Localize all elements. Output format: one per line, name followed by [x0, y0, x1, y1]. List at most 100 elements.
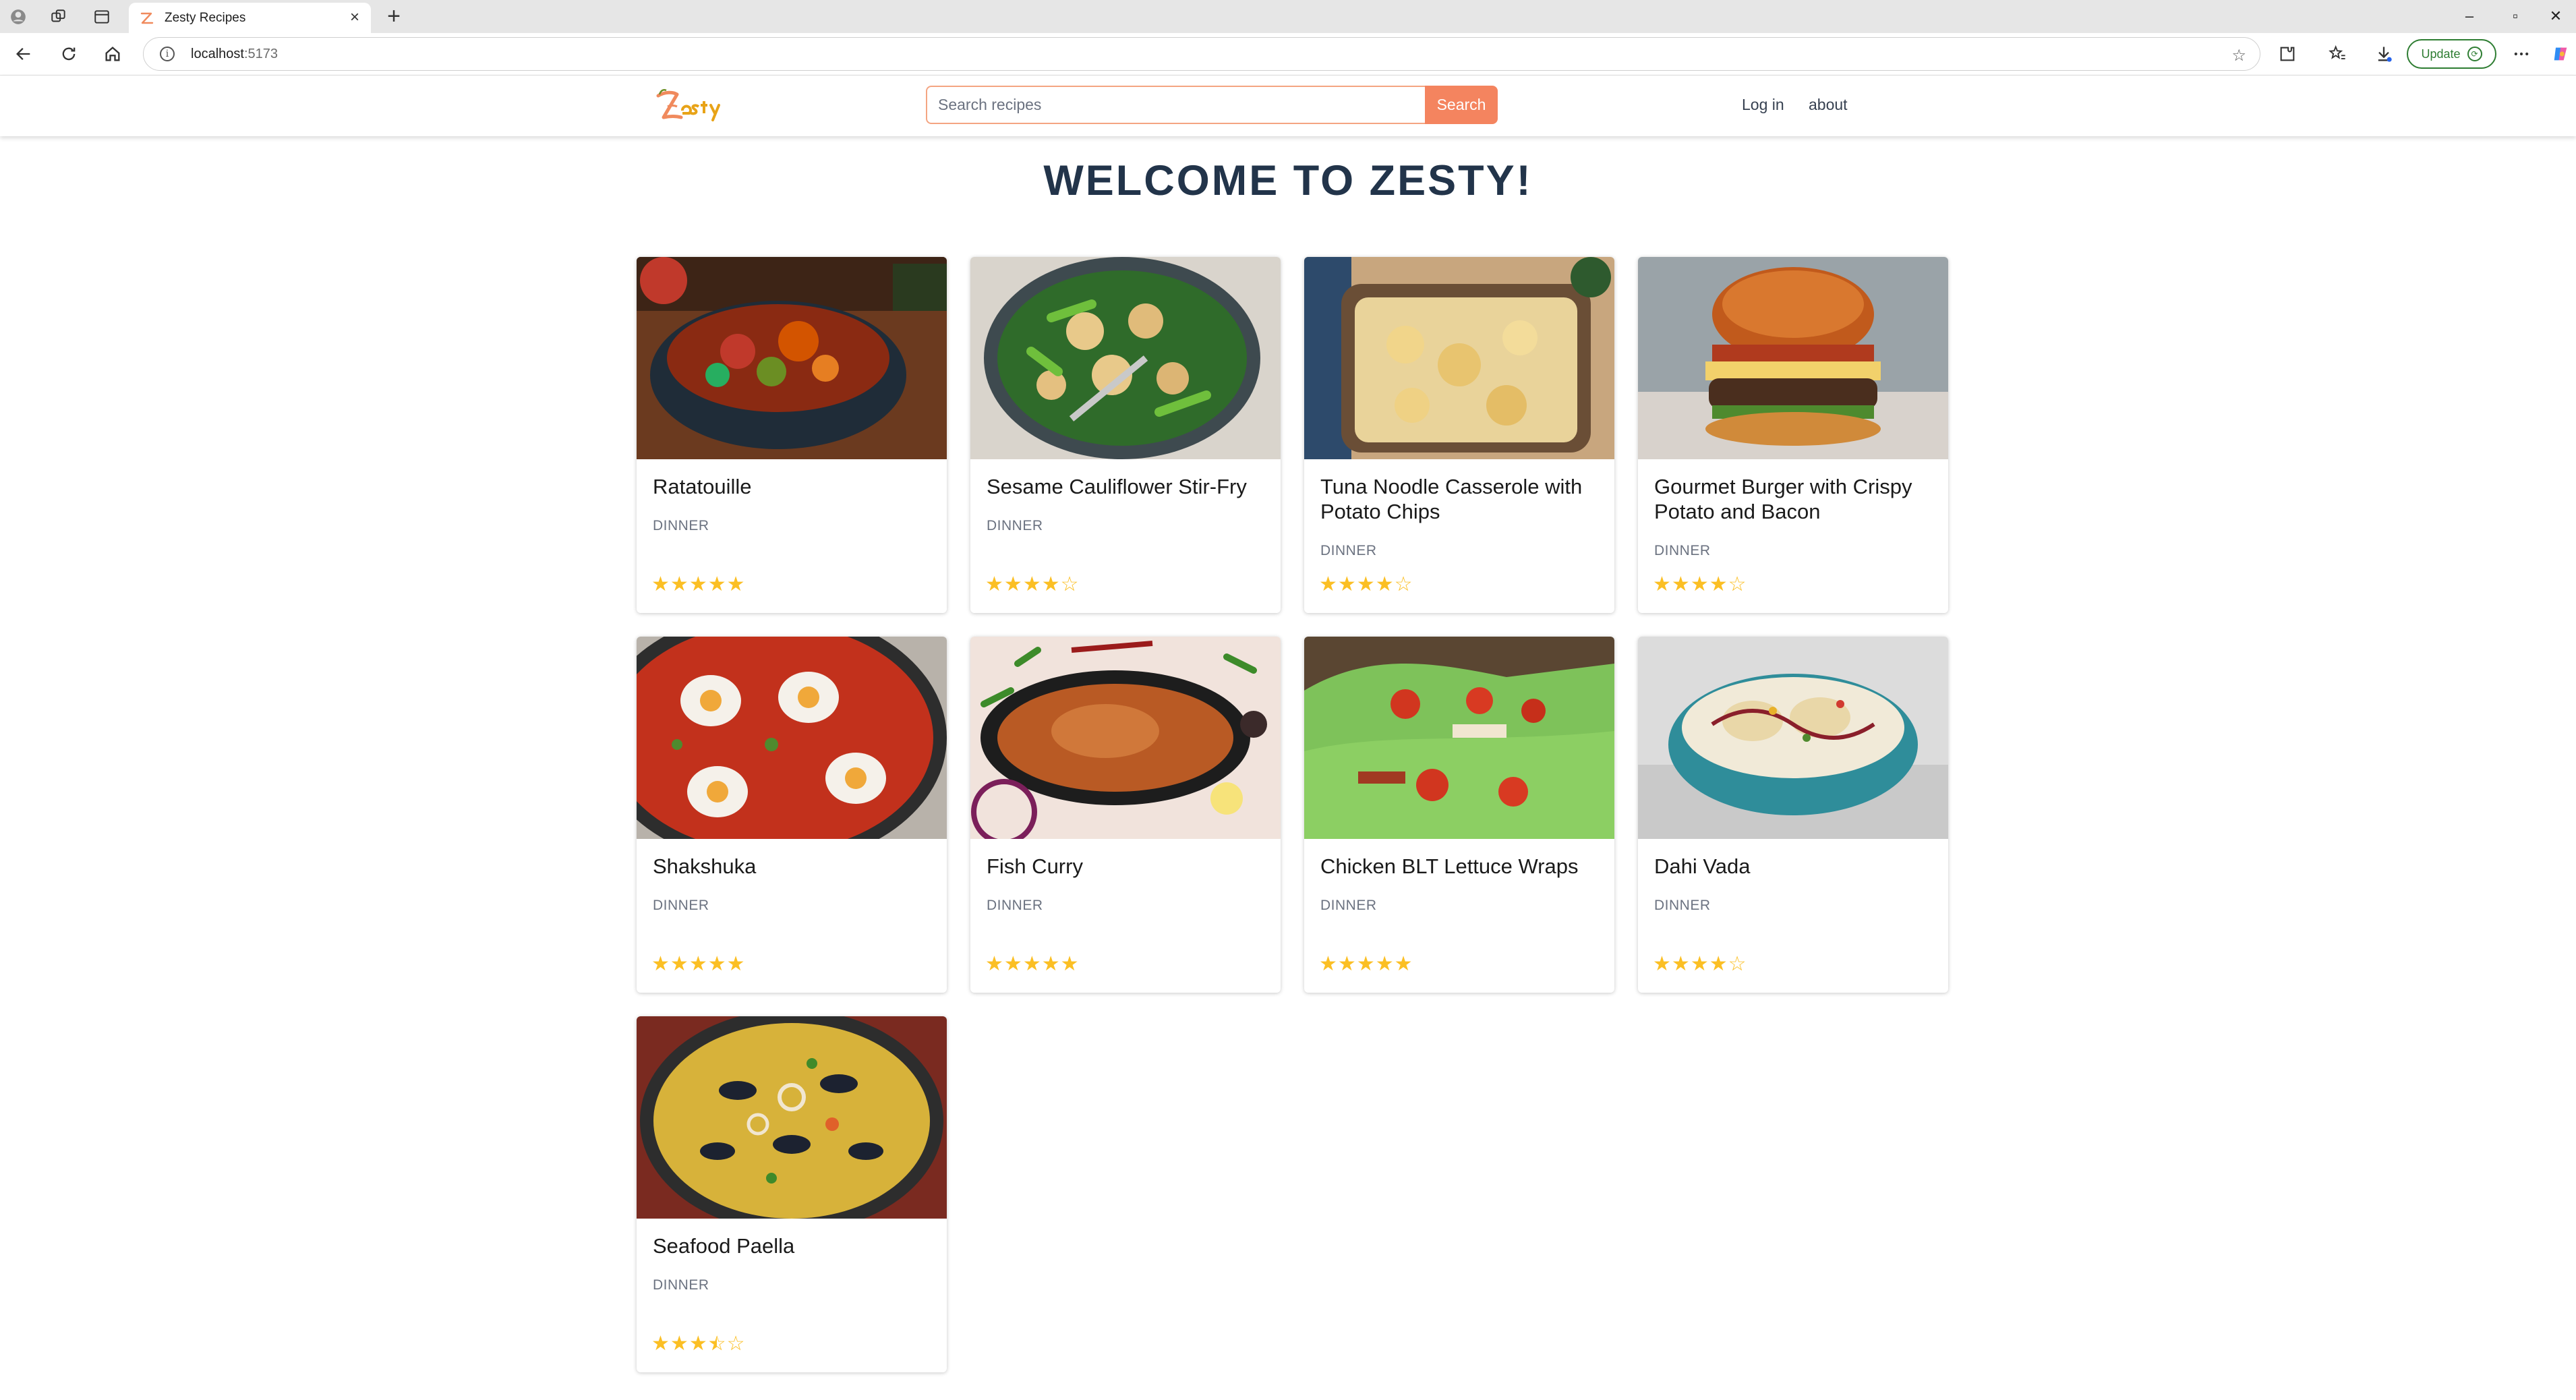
star-filled-icon: ★ [707, 953, 726, 975]
star-filled-icon: ★ [1671, 953, 1690, 975]
star-empty-icon: ☆ [1728, 573, 1747, 595]
star-rating: ★ ★ ★ ★ ★ [651, 575, 745, 595]
star-filled-icon: ★ [651, 1333, 670, 1355]
recipe-title[interactable]: Fish Curry [987, 854, 1264, 879]
more-menu-icon[interactable] [2510, 42, 2533, 65]
star-rating: ★ ★ ★ ★ ☆ [985, 575, 1079, 595]
recipe-card[interactable]: Chicken BLT Lettuce Wraps DINNER ★ ★ ★ ★ ★ [1304, 637, 1614, 993]
star-filled-icon: ★ [670, 953, 689, 975]
recipe-title[interactable]: Shakshuka [653, 854, 931, 879]
recipe-card[interactable]: Shakshuka DINNER ★ ★ ★ ★ ★ [637, 637, 947, 993]
recipe-card[interactable]: Ratatouille DINNER ★ ★ ★ ★ ★ [637, 257, 947, 613]
star-filled-icon: ★ [1671, 573, 1690, 595]
star-filled-icon: ★ [670, 1333, 689, 1355]
star-filled-icon: ★ [707, 573, 726, 595]
recipe-title[interactable]: Sesame Cauliflower Stir-Fry [987, 474, 1264, 499]
star-filled-icon: ★ [1337, 573, 1356, 595]
restore-icon[interactable]: ▫ [2495, 4, 2536, 28]
zesty-logo[interactable] [654, 86, 728, 127]
star-empty-icon: ☆ [1060, 573, 1079, 595]
recipe-category: DINNER [1320, 898, 1377, 913]
recipe-title[interactable]: Ratatouille [653, 474, 931, 499]
star-filled-icon: ★ [1356, 953, 1375, 975]
tab-zesty-recipes[interactable]: Zesty Recipes × [129, 3, 371, 33]
close-tab-icon[interactable]: × [345, 8, 364, 27]
star-filled-icon: ★ [1041, 953, 1060, 975]
downloads-icon[interactable] [2372, 42, 2395, 65]
back-icon[interactable] [12, 42, 35, 65]
star-filled-icon: ★ [1690, 573, 1709, 595]
recipe-category: DINNER [1320, 543, 1377, 558]
recipe-image[interactable] [637, 1016, 947, 1219]
about-link[interactable]: about [1809, 96, 1848, 114]
star-rating: ★ ★ ★ ★ ★ [1319, 954, 1413, 974]
star-filled-icon: ★ [1319, 953, 1337, 975]
recipe-image[interactable] [970, 257, 1281, 459]
star-filled-icon: ★ [1356, 573, 1375, 595]
recipe-card[interactable]: Sesame Cauliflower Stir-Fry DINNER ★ ★ ★ ★ ☆ [970, 257, 1281, 613]
zesty-favicon-icon [140, 12, 154, 24]
url-text: localhost:5173 [191, 46, 278, 61]
star-empty-icon: ☆ [1394, 573, 1413, 595]
recipe-title[interactable]: Dahi Vada [1654, 854, 1932, 879]
browser-tab-strip: Zesty Recipes × + – ▫ ✕ [0, 0, 2576, 33]
star-rating: ★ ★ ★ ★ ☆ [1653, 575, 1747, 595]
recipe-image[interactable] [1304, 257, 1614, 459]
star-filled-icon: ★ [1653, 953, 1671, 975]
extensions-icon[interactable] [2276, 42, 2299, 65]
url-bar[interactable]: i localhost:5173 ☆ [143, 37, 2260, 71]
recipe-image[interactable] [970, 637, 1281, 839]
recipe-image[interactable] [1304, 637, 1614, 839]
recipe-category: DINNER [987, 518, 1043, 533]
star-rating: ★ ★ ★ ★ ★ [651, 954, 745, 974]
update-button[interactable]: Update ⟳ [2407, 39, 2496, 69]
tab-actions-icon[interactable] [92, 7, 112, 27]
star-filled-icon: ★ [1709, 953, 1728, 975]
star-rating: ★★★☆★☆ [651, 1334, 745, 1354]
star-filled-icon: ★ [689, 953, 707, 975]
copilot-icon[interactable] [2549, 42, 2572, 65]
close-window-icon[interactable]: ✕ [2536, 4, 2576, 28]
profile-icon[interactable] [8, 7, 28, 27]
reload-icon[interactable] [57, 42, 80, 65]
recipe-title[interactable]: Seafood Paella [653, 1233, 931, 1258]
favorites-icon[interactable] [2326, 42, 2349, 65]
workspaces-icon[interactable] [49, 7, 69, 27]
recipe-title[interactable]: Chicken BLT Lettuce Wraps [1320, 854, 1598, 879]
update-status-icon: ⟳ [2467, 47, 2482, 61]
star-filled-icon: ★ [1041, 573, 1060, 595]
favorite-star-icon[interactable]: ☆ [2231, 46, 2246, 65]
site-info-icon[interactable]: i [160, 47, 175, 61]
recipe-card[interactable]: Dahi Vada DINNER ★ ★ ★ ★ ☆ [1638, 637, 1948, 993]
minimize-icon[interactable]: – [2449, 4, 2490, 28]
recipe-title[interactable]: Gourmet Burger with Crispy Potato and Ba… [1654, 474, 1932, 524]
star-filled-icon: ★ [985, 573, 1003, 595]
star-filled-icon: ★ [651, 953, 670, 975]
new-tab-icon[interactable]: + [383, 5, 405, 28]
search-button[interactable]: Search [1425, 86, 1498, 124]
recipe-card[interactable]: Seafood PaellaDINNER★★★☆★☆ [637, 1016, 947, 1372]
star-empty-icon: ☆ [726, 1333, 745, 1355]
login-link[interactable]: Log in [1742, 96, 1784, 114]
star-filled-icon: ★ [1690, 953, 1709, 975]
recipe-card[interactable]: Gourmet Burger with Crispy Potato and Ba… [1638, 257, 1948, 613]
tab-title: Zesty Recipes [165, 10, 246, 25]
star-rating: ★ ★ ★ ★ ☆ [1319, 575, 1413, 595]
star-filled-icon: ★ [1060, 953, 1079, 975]
recipe-image[interactable] [1638, 637, 1948, 839]
address-bar-row: i localhost:5173 ☆ Update ⟳ [0, 33, 2576, 76]
recipe-image[interactable] [637, 637, 947, 839]
home-icon[interactable] [101, 42, 124, 65]
recipe-category: DINNER [1654, 898, 1711, 913]
star-filled-icon: ★ [689, 573, 707, 595]
star-filled-icon: ★ [1337, 953, 1356, 975]
recipe-image[interactable] [1638, 257, 1948, 459]
recipe-card[interactable]: Fish Curry DINNER ★ ★ ★ ★ ★ [970, 637, 1281, 993]
search-input[interactable] [926, 86, 1425, 124]
recipe-card[interactable]: Tuna Noodle Casserole with Potato Chips D… [1304, 257, 1614, 613]
star-filled-icon: ★ [1003, 953, 1022, 975]
recipe-title[interactable]: Tuna Noodle Casserole with Potato Chips [1320, 474, 1598, 524]
star-rating: ★ ★ ★ ★ ☆ [1653, 954, 1747, 974]
recipe-image[interactable] [637, 257, 947, 459]
star-filled-icon: ★ [1022, 953, 1041, 975]
